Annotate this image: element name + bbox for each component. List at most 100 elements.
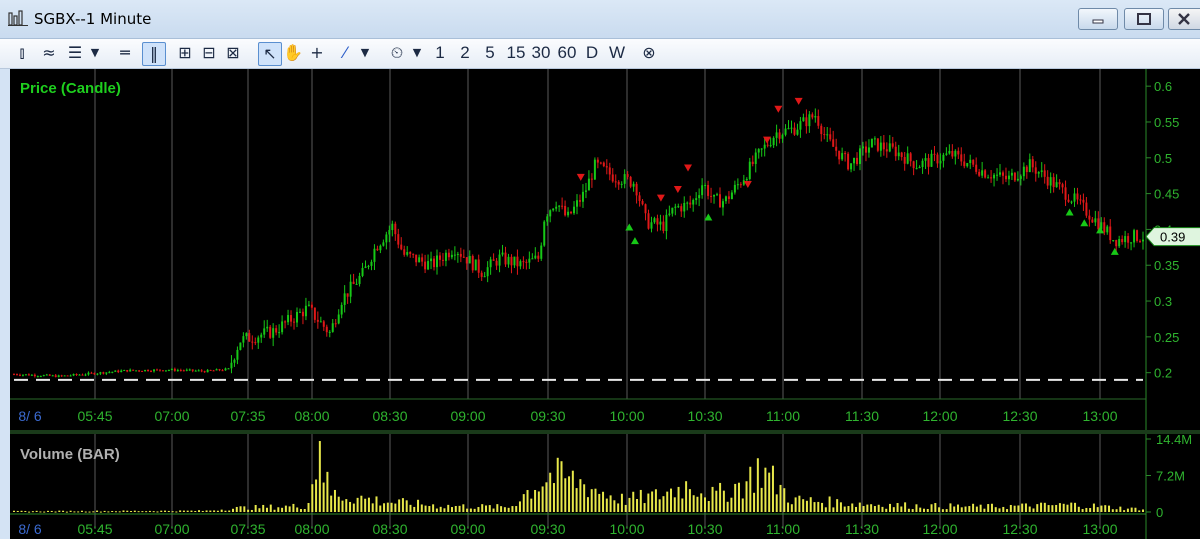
volume-bar (1013, 505, 1016, 512)
chart-area[interactable]: 0.60.550.50.450.40.350.30.250.20.398/ 60… (10, 69, 1200, 539)
volume-bar (703, 497, 706, 512)
candle-down (492, 253, 495, 261)
timeframe-1-button[interactable]: 1 (432, 42, 448, 64)
candle-up (850, 163, 853, 173)
candle-up (650, 216, 653, 233)
price-pane[interactable]: 0.60.550.50.450.40.350.30.250.20.398/ 60… (10, 69, 1200, 431)
pointer-icon[interactable]: ↖ (258, 42, 282, 66)
volume-pane[interactable]: 14.4M 7.2M 0 8/ 6 05:45 07:00 07:35 08:00 08:30 0… (10, 434, 1200, 539)
candle-down (978, 168, 981, 177)
chevron-down-icon[interactable]: ▼ (410, 42, 424, 64)
candle-down (1085, 196, 1088, 218)
candle-up (337, 309, 340, 325)
timeframe-week-button[interactable]: W (606, 42, 628, 64)
volume-bar (250, 509, 253, 512)
sell-arrow-marker (576, 173, 585, 181)
indicator-icon[interactable]: ☰ (64, 42, 86, 64)
time-tick-label: 8/ 6 (18, 521, 42, 537)
zoom-fit-icon[interactable]: ⊠ (222, 42, 244, 64)
candle-up (170, 368, 173, 371)
candle-up (760, 148, 763, 157)
hand-pan-icon[interactable]: ✋ (282, 42, 304, 64)
timeframe-2-button[interactable]: 2 (457, 42, 473, 64)
volume-bar (296, 507, 299, 512)
candle-up (194, 369, 197, 372)
volume-bar (987, 504, 990, 512)
candle-type-icon[interactable]: ⫾ (12, 42, 32, 64)
candle-up (176, 368, 179, 372)
volume-bar (760, 487, 763, 512)
volume-bar (722, 490, 725, 512)
candle-up (236, 346, 239, 365)
timeframe-60-button[interactable]: 60 (556, 42, 578, 64)
volume-bar (858, 502, 861, 512)
chevron-down-icon[interactable]: ▼ (358, 42, 372, 64)
candle-up (748, 157, 751, 181)
timeframe-30-button[interactable]: 30 (530, 42, 552, 64)
volume-bar (783, 488, 786, 512)
time-tick-label: 09:30 (530, 408, 565, 424)
volume-bar (764, 467, 767, 512)
volume-bar (568, 476, 571, 512)
timeframe-5-button[interactable]: 5 (482, 42, 498, 64)
candle-down (1025, 165, 1028, 179)
candle-up (954, 149, 957, 165)
zoom-out-icon[interactable]: ⊟ (198, 42, 220, 64)
volume-bar (1126, 508, 1129, 512)
price-tick-label: 0.35 (1154, 258, 1179, 273)
candle-down (510, 254, 513, 274)
candle-down (1082, 193, 1085, 211)
volume-bar (258, 508, 261, 512)
candle-down (412, 253, 415, 259)
volume-bar (945, 509, 948, 512)
volume-bar (114, 511, 117, 513)
vertical-line-icon[interactable]: ‖ (142, 42, 166, 66)
chevron-down-icon[interactable]: ▼ (88, 42, 102, 64)
cancel-circle-icon[interactable]: ⊗ (638, 42, 660, 64)
timeframe-15-button[interactable]: 15 (505, 42, 527, 64)
restore-button[interactable] (1124, 8, 1164, 30)
volume-bar (277, 507, 280, 512)
candle-up (576, 194, 579, 215)
candle-down (480, 270, 483, 281)
volume-bar (28, 511, 31, 513)
clock-icon[interactable]: ⏲ (386, 42, 408, 64)
candle-up (1118, 235, 1121, 249)
crosshair-icon[interactable]: + (306, 42, 328, 64)
volume-bar (20, 510, 23, 512)
candle-up (78, 374, 81, 376)
candle-up (1124, 230, 1127, 248)
minimize-button[interactable] (1078, 8, 1118, 30)
line-type-icon[interactable]: ≈ (38, 42, 60, 64)
timeframe-day-button[interactable]: D (583, 42, 601, 64)
volume-bar (843, 506, 846, 512)
volume-bar (605, 498, 608, 512)
volume-bar (303, 508, 306, 512)
volume-bar (673, 497, 676, 512)
candle-down (909, 151, 912, 167)
volume-bar (13, 510, 15, 512)
candle-down (564, 200, 567, 217)
candle-up (653, 216, 656, 224)
volume-bar (462, 504, 465, 512)
horizontal-line-icon[interactable]: ═ (114, 42, 136, 64)
volume-bar (851, 503, 854, 512)
candle-down (718, 187, 721, 208)
trendline-icon[interactable]: ⁄ (334, 42, 356, 64)
volume-bar (1002, 506, 1005, 512)
candle-up (567, 207, 570, 218)
volume-bar (148, 510, 151, 512)
candle-down (903, 151, 906, 171)
candle-up (427, 254, 430, 271)
volume-bar (922, 508, 925, 512)
zoom-in-icon[interactable]: ⊞ (174, 42, 196, 64)
candle-up (623, 169, 626, 189)
candle-down (894, 141, 897, 161)
close-button[interactable] (1168, 8, 1200, 30)
candle-down (570, 211, 573, 215)
volume-bar (160, 510, 163, 512)
candle-down (1034, 161, 1037, 182)
candle-down (203, 370, 206, 373)
buy-arrow-marker (1065, 208, 1074, 216)
candle-up (784, 124, 787, 137)
